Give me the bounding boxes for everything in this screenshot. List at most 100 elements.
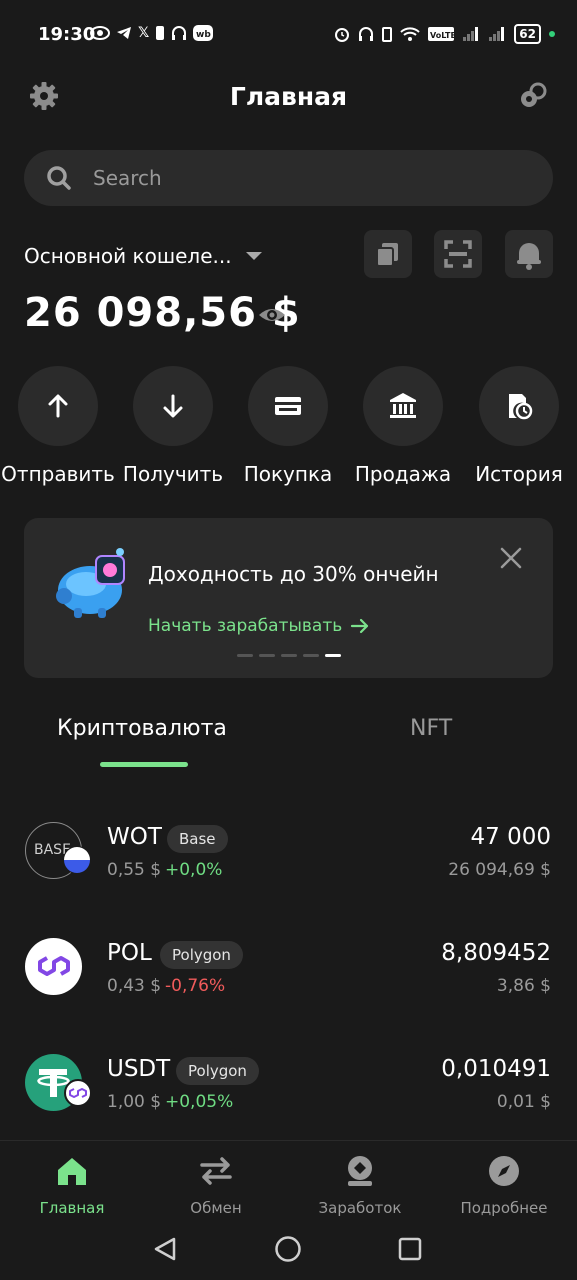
asset-price: 0,43 $ [107,976,162,996]
wallet-name[interactable]: Основной кошеле... [24,244,232,268]
system-icons: VoLTE 62 [334,24,555,44]
status-bar: 19:30 𝕏 wb VoLTE 62 [0,0,577,72]
home-circle-icon[interactable] [274,1235,302,1263]
network-badge: Base [167,825,228,853]
buy-label: Покупка [243,462,333,486]
polygon-network-badge-icon [64,1079,92,1107]
asset-row-usdt[interactable]: USDT Polygon 1,00 $ +0,05% 0,010491 0,01… [0,1054,577,1144]
volte-icon: VoLTE [428,27,455,41]
history-button[interactable]: История [461,366,577,486]
headset-icon [359,27,374,41]
copy-button[interactable] [364,230,412,278]
asset-amount: 0,010491 [441,1056,551,1082]
receive-circle[interactable] [133,366,213,446]
asset-symbol: WOT [107,824,162,850]
usdt-logo [25,1054,92,1111]
asset-amount: 8,809452 [441,940,551,966]
asset-fiat-value: 3,86 $ [496,976,551,996]
history-circle[interactable] [479,366,559,446]
nav-discover-label: Подробнее [460,1199,548,1217]
wb-icon: wb [193,25,214,41]
carousel-dot-active [325,654,341,657]
page-title: Главная [229,82,348,111]
banner-title: Доходность до 30% ончейн [148,562,439,586]
send-circle[interactable] [18,366,98,446]
svg-text:VoLTE: VoLTE [430,31,454,40]
headphones-icon [172,26,187,40]
eye-notification-icon [90,26,110,40]
nav-home[interactable]: Главная [2,1153,142,1217]
close-icon[interactable] [499,546,523,570]
scan-button[interactable] [434,230,482,278]
chevron-down-icon[interactable] [246,252,262,260]
asset-row-wot[interactable]: BASE WOT Base 0,55 $ +0,0% 47 000 26 094… [0,822,577,912]
asset-row-pol[interactable]: POL Polygon 0,43 $ -0,76% 8,809452 3,86 … [0,938,577,1028]
notifications-button[interactable] [505,230,553,278]
history-icon [509,394,533,420]
promo-banner[interactable]: Доходность до 30% ончейн Начать зарабаты… [24,518,553,678]
alarm-icon [335,28,350,42]
sell-button[interactable]: Продажа [345,366,461,486]
asset-change: -0,76% [165,976,226,996]
search-placeholder: Search [93,166,162,190]
asset-price: 0,55 $ [107,860,162,880]
discover-icon [489,1156,519,1186]
search-input[interactable]: Search [24,150,553,206]
copy-icon [376,243,398,267]
tab-nft[interactable]: NFT [410,716,452,741]
buy-circle[interactable] [248,366,328,446]
quick-actions: Отправить Получить Покупка Продажа Истор… [0,366,577,496]
recents-icon[interactable] [398,1237,422,1261]
carousel-dot [303,654,319,657]
history-label: История [475,462,563,486]
tab-crypto[interactable]: Криптовалюта [57,716,227,741]
asset-fiat-value: 26 094,69 $ [448,860,551,880]
signal-2-icon [489,27,505,41]
nav-swap-label: Обмен [190,1199,242,1217]
scan-icon [444,240,472,268]
card-icon [275,397,301,415]
home-icon [58,1158,86,1185]
earn-icon [348,1156,372,1186]
asset-fiat-value: 0,01 $ [496,1092,551,1112]
nav-discover[interactable]: Подробнее [434,1153,574,1217]
asset-price: 1,00 $ [107,1092,162,1112]
wifi-icon [400,27,420,41]
privacy-indicator [549,31,555,37]
walletconnect-icon[interactable] [517,80,549,112]
status-time: 19:30 [38,24,96,45]
nav-earn-label: Заработок [318,1199,402,1217]
system-navigation-bar [0,1220,577,1280]
asset-change: +0,05% [165,1092,234,1112]
notification-icons: 𝕏 wb [90,25,214,41]
alert-icon [156,26,165,40]
eye-toggle-icon[interactable] [257,300,287,330]
bottom-navigation: Главная Обмен Заработок Подробнее [0,1140,577,1220]
nav-earn[interactable]: Заработок [290,1153,430,1217]
piggy-bank-icon [56,548,125,618]
carousel-dot [259,654,275,657]
battery-level: 62 [514,24,541,44]
start-earning-link[interactable]: Начать зарабатывать [148,616,370,636]
bell-icon [517,243,541,270]
search-icon [47,166,71,190]
sell-circle[interactable] [363,366,443,446]
telegram-icon [117,27,131,39]
base-network-badge-icon [63,846,91,874]
receive-button[interactable]: Получить [115,366,231,486]
nav-home-label: Главная [39,1199,105,1217]
signal-1-icon [463,27,479,41]
buy-button[interactable]: Покупка [230,366,346,486]
asset-amount: 47 000 [470,824,551,850]
back-icon[interactable] [152,1236,178,1262]
send-button[interactable]: Отправить [0,366,116,486]
swap-icon [200,1157,232,1185]
battery-saver-icon [382,27,393,42]
polygon-icon [38,956,70,976]
app-header: Главная [0,72,577,122]
start-earning-label: Начать зарабатывать [148,616,343,636]
asset-tabs: Криптовалюта NFT [0,710,577,770]
nav-swap[interactable]: Обмен [146,1153,286,1217]
network-badge: Polygon [176,1057,259,1085]
asset-symbol: POL [107,940,152,966]
